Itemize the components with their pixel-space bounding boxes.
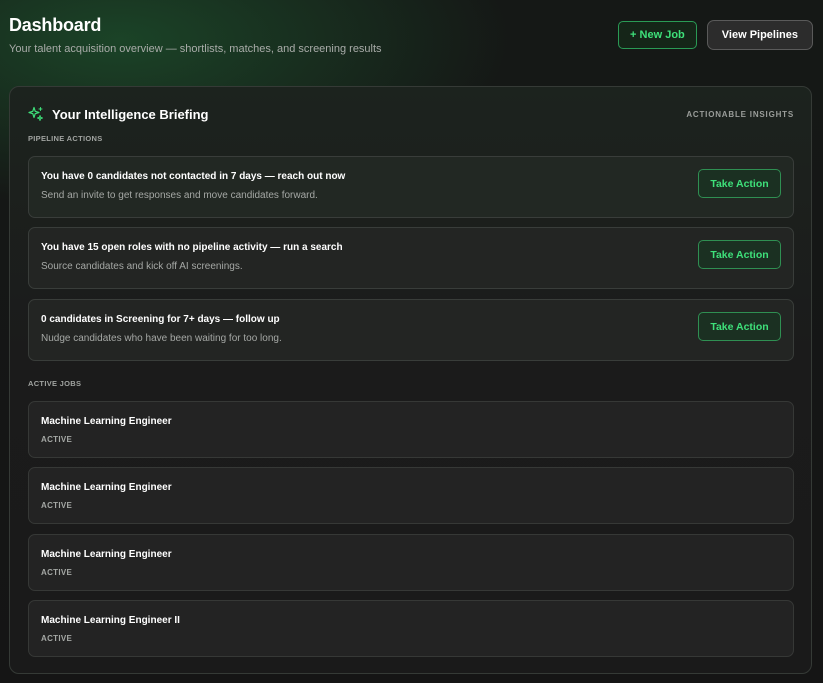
job-card[interactable]: Machine Learning Engineer ACTIVE <box>28 467 794 524</box>
action-card: You have 0 candidates not contacted in 7… <box>28 156 794 218</box>
take-action-button[interactable]: Take Action <box>698 240 781 269</box>
job-card[interactable]: Machine Learning Engineer II ACTIVE <box>28 600 794 657</box>
view-pipelines-button[interactable]: View Pipelines <box>706 20 813 50</box>
action-description: Nudge candidates who have been waiting f… <box>41 333 282 344</box>
job-card[interactable]: Machine Learning Engineer ACTIVE <box>28 534 794 591</box>
pipeline-actions-label: PIPELINE ACTIONS <box>28 134 103 143</box>
job-status: ACTIVE <box>41 634 73 643</box>
briefing-title: Your Intelligence Briefing <box>52 106 209 122</box>
new-job-button[interactable]: + New Job <box>618 21 697 49</box>
job-title: Machine Learning Engineer <box>41 416 172 427</box>
intelligence-briefing-panel: Your Intelligence Briefing ACTIONABLE IN… <box>9 86 812 674</box>
action-title: You have 15 open roles with no pipeline … <box>41 242 343 253</box>
job-title: Machine Learning Engineer II <box>41 615 180 626</box>
action-title: 0 candidates in Screening for 7+ days — … <box>41 314 280 325</box>
job-status: ACTIVE <box>41 568 73 577</box>
job-title: Machine Learning Engineer <box>41 482 172 493</box>
briefing-header: Your Intelligence Briefing ACTIONABLE IN… <box>28 104 794 124</box>
job-title: Machine Learning Engineer <box>41 549 172 560</box>
action-title: You have 0 candidates not contacted in 7… <box>41 171 346 182</box>
action-description: Send an invite to get responses and move… <box>41 190 318 201</box>
sparkle-icon <box>28 106 44 122</box>
actionable-insights-tag: ACTIONABLE INSIGHTS <box>686 109 794 119</box>
action-card: 0 candidates in Screening for 7+ days — … <box>28 299 794 361</box>
action-card: You have 15 open roles with no pipeline … <box>28 227 794 289</box>
job-status: ACTIVE <box>41 501 73 510</box>
take-action-button[interactable]: Take Action <box>698 312 781 341</box>
active-jobs-label: ACTIVE JOBS <box>28 379 82 388</box>
page-header: Dashboard Your talent acquisition overvi… <box>9 14 813 64</box>
job-card[interactable]: Machine Learning Engineer ACTIVE <box>28 401 794 458</box>
job-status: ACTIVE <box>41 435 73 444</box>
take-action-button[interactable]: Take Action <box>698 169 781 198</box>
header-actions: + New Job View Pipelines <box>618 20 813 50</box>
action-description: Source candidates and kick off AI screen… <box>41 261 243 272</box>
